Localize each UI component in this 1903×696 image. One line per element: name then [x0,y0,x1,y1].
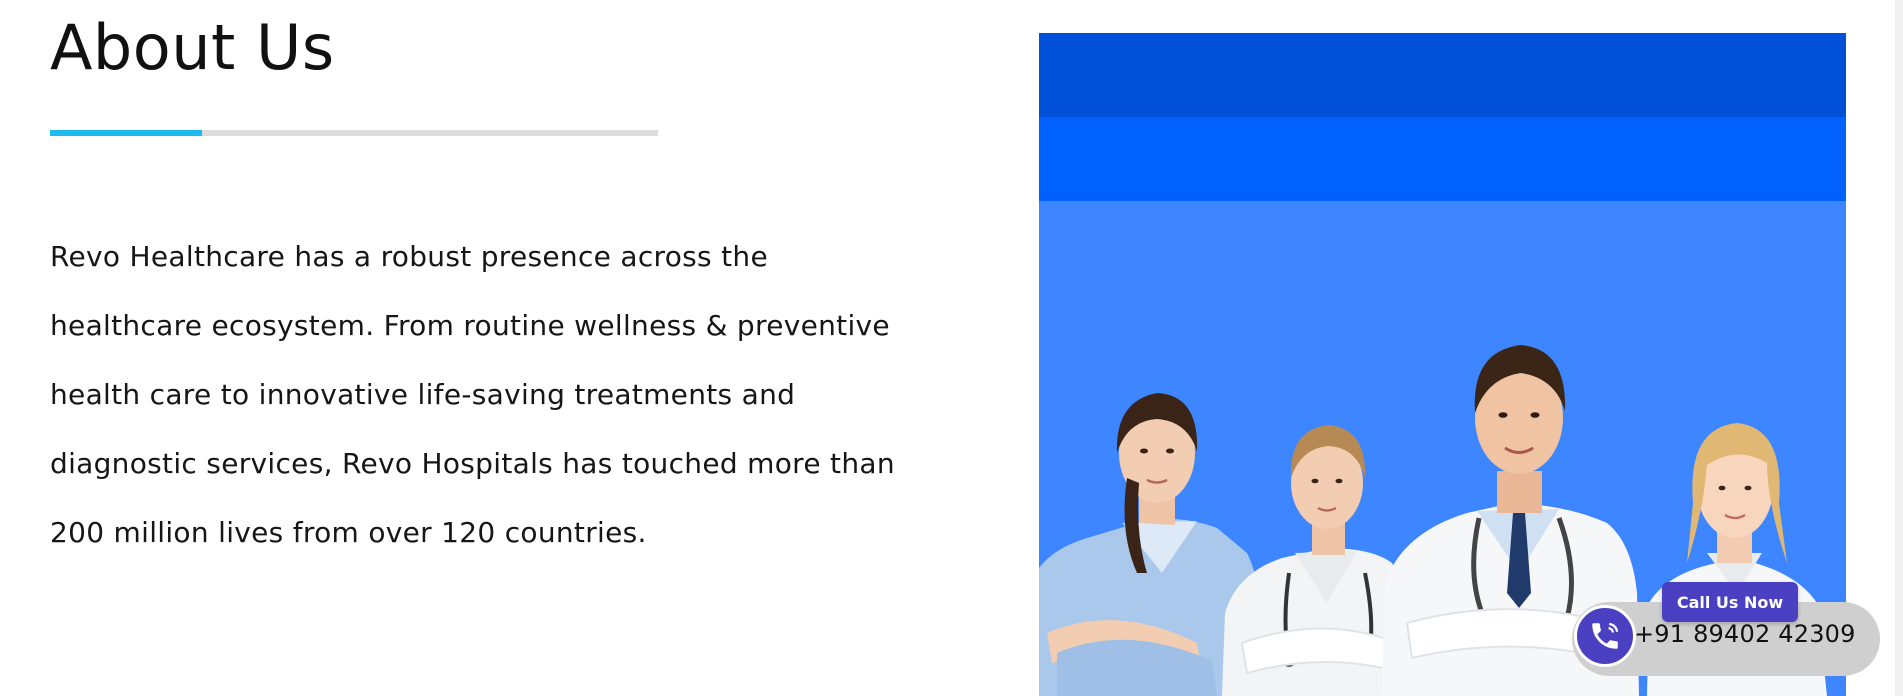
phone-glyph [1592,622,1619,649]
page-title: About Us [50,11,335,84]
call-phone-number[interactable]: +91 89402 42309 [1634,620,1856,648]
call-us-now-button[interactable]: Call Us Now [1662,582,1798,622]
about-us-section: About Us Revo Healthcare has a robust pr… [0,0,1903,696]
page-scrollbar-gutter [1895,0,1903,696]
phone-icon[interactable] [1574,605,1636,667]
title-divider [50,130,658,136]
divider-accent-bar [50,130,202,136]
about-paragraph: Revo Healthcare has a robust presence ac… [50,240,895,549]
